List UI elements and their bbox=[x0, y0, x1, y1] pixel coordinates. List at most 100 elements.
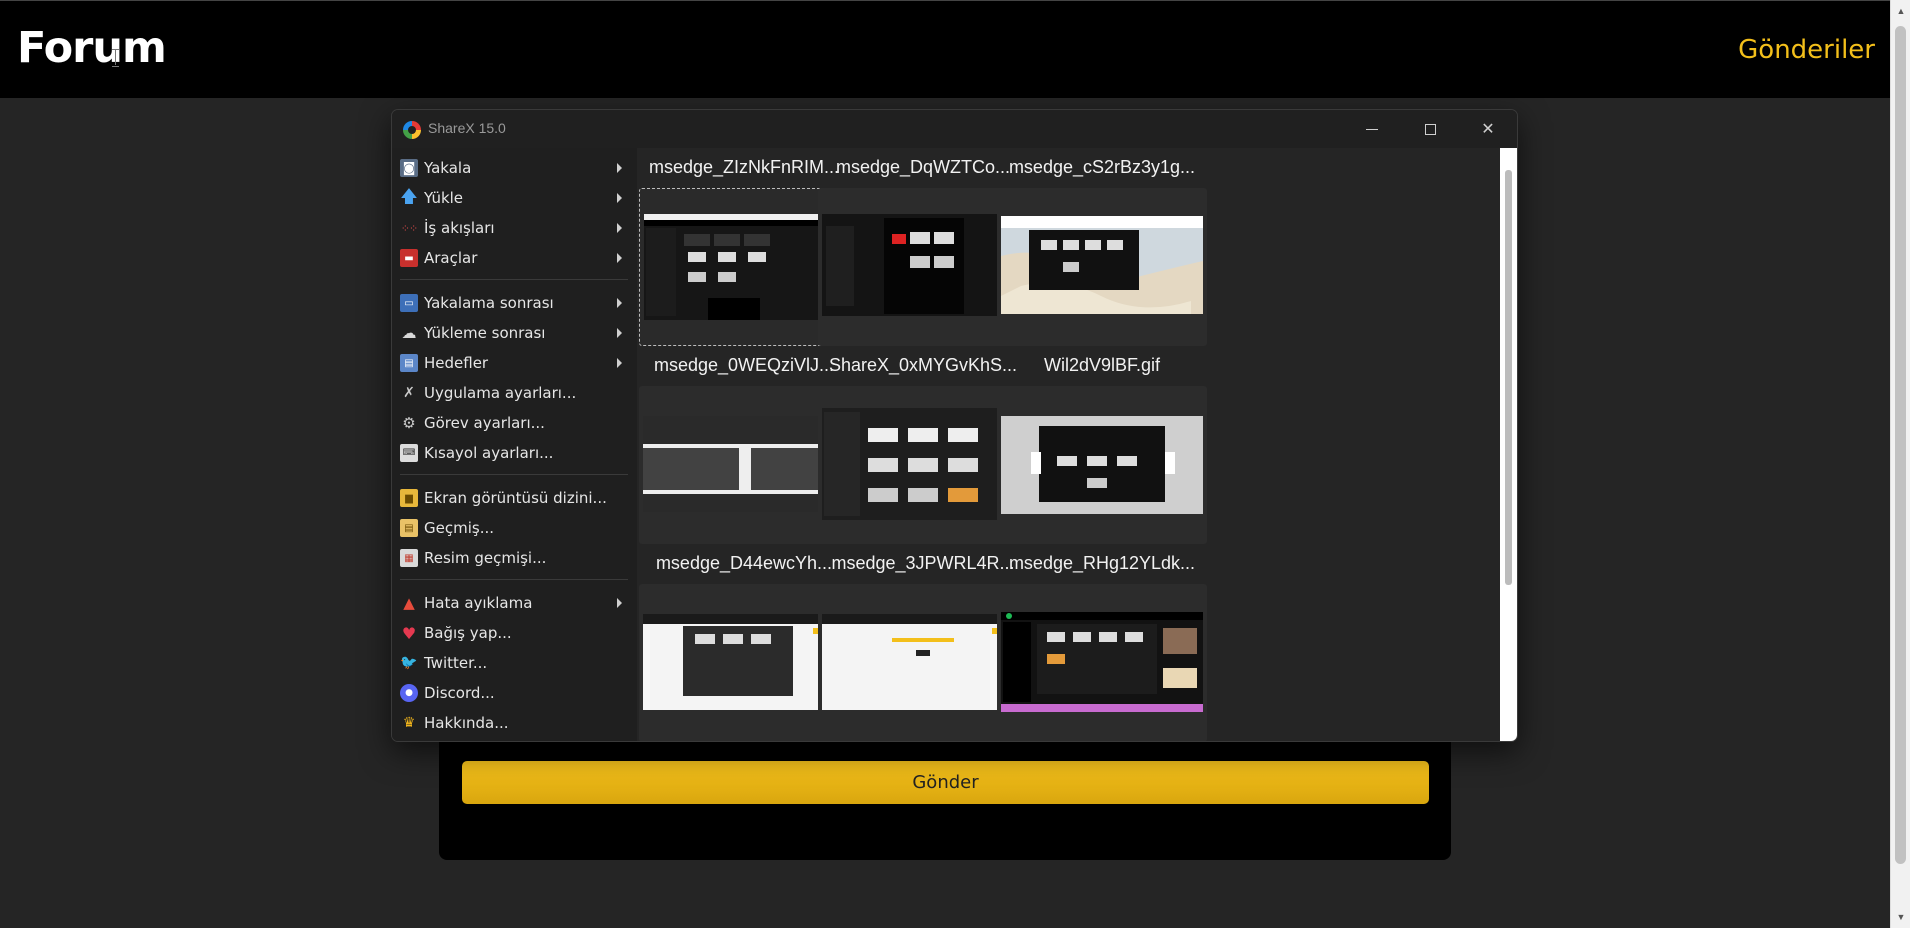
tile-filename: msedge_RHg12YLdk... bbox=[1008, 553, 1196, 573]
menu-item-label: Discord... bbox=[424, 684, 495, 702]
menu-item-label: Ekran görüntüsü dizini... bbox=[424, 489, 607, 507]
maximize-button[interactable] bbox=[1401, 110, 1459, 148]
menu-separator bbox=[400, 579, 628, 580]
tile-thumbnail-frame[interactable] bbox=[997, 584, 1207, 741]
window-titlebar[interactable]: ShareX 15.0 ✕ bbox=[392, 110, 1517, 148]
submenu-arrow-icon bbox=[617, 223, 622, 233]
menu-item-debug[interactable]: ▲ Hata ayıklama bbox=[400, 588, 628, 618]
sharex-logo-icon bbox=[403, 121, 421, 139]
history-thumbnail-grid: msedge_ZIzNkFnRIM... msedge_DqWZTCo... m… bbox=[637, 148, 1500, 741]
menu-item-after-upload[interactable]: ☁ Yükleme sonrası bbox=[400, 318, 628, 348]
menu-item-label: Uygulama ayarları... bbox=[424, 384, 577, 402]
heart-icon: ♥ bbox=[401, 623, 417, 643]
menu-item-label: Yakala bbox=[424, 159, 472, 177]
toolbox-icon: ▬ bbox=[400, 249, 418, 267]
menu-item-label: Bağış yap... bbox=[424, 624, 512, 642]
menu-item-screenshot-folder[interactable]: ▆ Ekran görüntüsü dizini... bbox=[400, 483, 628, 513]
menu-item-destinations[interactable]: ▤ Hedefler bbox=[400, 348, 628, 378]
submenu-arrow-icon bbox=[617, 193, 622, 203]
menu-item-label: Twitter... bbox=[424, 654, 488, 672]
folder-icon: ▆ bbox=[400, 489, 418, 507]
thumbnail-image bbox=[822, 214, 1024, 316]
grid-scrollbar-thumb[interactable] bbox=[1505, 170, 1512, 585]
minimize-icon bbox=[1366, 128, 1378, 130]
keyboard-icon: ⌨ bbox=[400, 444, 418, 462]
menu-separator bbox=[400, 279, 628, 280]
history-tile[interactable]: Wil2dV9lBF.gif bbox=[997, 346, 1207, 544]
tile-thumbnail-frame[interactable] bbox=[997, 386, 1207, 544]
scrollbar-thumb[interactable] bbox=[1895, 26, 1906, 864]
maximize-icon bbox=[1424, 123, 1436, 135]
wrench-screwdriver-icon: ✗ bbox=[403, 385, 415, 401]
submenu-arrow-icon bbox=[617, 358, 622, 368]
menu-separator bbox=[400, 474, 628, 475]
grid-scrollbar[interactable] bbox=[1500, 148, 1517, 741]
menu-item-label: Resim geçmişi... bbox=[424, 549, 547, 567]
menu-item-history[interactable]: ▤ Geçmiş... bbox=[400, 513, 628, 543]
menu-item-image-history[interactable]: ▦ Resim geçmişi... bbox=[400, 543, 628, 573]
thumbnail-image bbox=[1001, 416, 1203, 514]
text-cursor-icon bbox=[112, 49, 120, 67]
submit-button[interactable]: Gönder bbox=[462, 761, 1429, 804]
menu-item-capture[interactable]: ◙ Yakala bbox=[400, 153, 628, 183]
submenu-arrow-icon bbox=[617, 328, 622, 338]
upload-arrow-icon: 🡅 bbox=[400, 186, 418, 207]
menu-item-about[interactable]: ♛ Hakkında... bbox=[400, 708, 628, 738]
thumbnail-image bbox=[644, 214, 846, 320]
after-upload-cloud-icon: ☁ bbox=[401, 324, 417, 342]
sharex-window: ShareX 15.0 ✕ ◙ Yakala 🡅 Yükle ⁘⁘ İş akı… bbox=[391, 109, 1518, 742]
tile-thumbnail-frame[interactable] bbox=[997, 188, 1207, 346]
menu-item-donate[interactable]: ♥ Bağış yap... bbox=[400, 618, 628, 648]
page-scrollbar[interactable]: ▲ ▼ bbox=[1890, 0, 1910, 928]
submenu-arrow-icon bbox=[617, 598, 622, 608]
crown-icon: ♛ bbox=[402, 715, 416, 731]
discord-icon: ● bbox=[400, 684, 418, 702]
menu-item-after-capture[interactable]: ▭ Yakalama sonrası bbox=[400, 288, 628, 318]
menu-item-label: Yakalama sonrası bbox=[424, 294, 554, 312]
thumbnail-image bbox=[643, 416, 845, 512]
menu-item-task-settings[interactable]: ⚙ Görev ayarları... bbox=[400, 408, 628, 438]
menu-item-upload[interactable]: 🡅 Yükle bbox=[400, 183, 628, 213]
thumbnail-image bbox=[643, 614, 845, 710]
menu-item-label: Görev ayarları... bbox=[424, 414, 545, 432]
thumbnail-image bbox=[822, 614, 1024, 710]
after-capture-icon: ▭ bbox=[400, 294, 418, 312]
destinations-icon: ▤ bbox=[400, 354, 418, 372]
thumbnail-image bbox=[822, 408, 1024, 520]
close-icon: ✕ bbox=[1481, 121, 1495, 138]
twitter-icon: 🐦 bbox=[400, 655, 418, 671]
close-button[interactable]: ✕ bbox=[1459, 110, 1517, 148]
image-history-icon: ▦ bbox=[400, 549, 418, 567]
debug-cone-icon: ▲ bbox=[403, 594, 415, 612]
thumbnail-image bbox=[1001, 612, 1203, 712]
tile-filename: msedge_cS2rBz3y1g... bbox=[1008, 157, 1196, 177]
history-tile[interactable]: msedge_RHg12YLdk... bbox=[997, 544, 1207, 741]
workflow-dots-icon: ⁘⁘ bbox=[400, 221, 418, 235]
nav-link-posts[interactable]: Gönderiler bbox=[1738, 35, 1875, 65]
scroll-up-arrow-icon[interactable]: ▲ bbox=[1891, 2, 1910, 20]
menu-item-app-settings[interactable]: ✗ Uygulama ayarları... bbox=[400, 378, 628, 408]
camera-icon: ◙ bbox=[400, 159, 418, 177]
minimize-button[interactable] bbox=[1343, 110, 1401, 148]
menu-item-label: Araçlar bbox=[424, 249, 478, 267]
menu-item-label: Hedefler bbox=[424, 354, 489, 372]
menu-item-workflows[interactable]: ⁘⁘ İş akışları bbox=[400, 213, 628, 243]
menu-item-label: Kısayol ayarları... bbox=[424, 444, 554, 462]
scroll-down-arrow-icon[interactable]: ▼ bbox=[1891, 908, 1910, 926]
site-header: Forum Gönderiler bbox=[0, 0, 1890, 98]
submenu-arrow-icon bbox=[617, 298, 622, 308]
menu-item-hotkey-settings[interactable]: ⌨ Kısayol ayarları... bbox=[400, 438, 628, 468]
menu-item-label: Hata ayıklama bbox=[424, 594, 533, 612]
menu-item-label: İş akışları bbox=[424, 219, 495, 237]
menu-item-label: Hakkında... bbox=[424, 714, 509, 732]
site-title: Forum bbox=[17, 23, 167, 73]
menu-item-discord[interactable]: ● Discord... bbox=[400, 678, 628, 708]
submenu-arrow-icon bbox=[617, 253, 622, 263]
menu-item-tools[interactable]: ▬ Araçlar bbox=[400, 243, 628, 273]
menu-item-twitter[interactable]: 🐦 Twitter... bbox=[400, 648, 628, 678]
menu-item-label: Yükleme sonrası bbox=[424, 324, 546, 342]
main-menu: ◙ Yakala 🡅 Yükle ⁘⁘ İş akışları ▬ Araçla… bbox=[392, 148, 636, 741]
history-tile[interactable]: msedge_cS2rBz3y1g... bbox=[997, 148, 1207, 346]
history-icon: ▤ bbox=[400, 519, 418, 537]
tile-filename: Wil2dV9lBF.gif bbox=[1043, 355, 1161, 375]
